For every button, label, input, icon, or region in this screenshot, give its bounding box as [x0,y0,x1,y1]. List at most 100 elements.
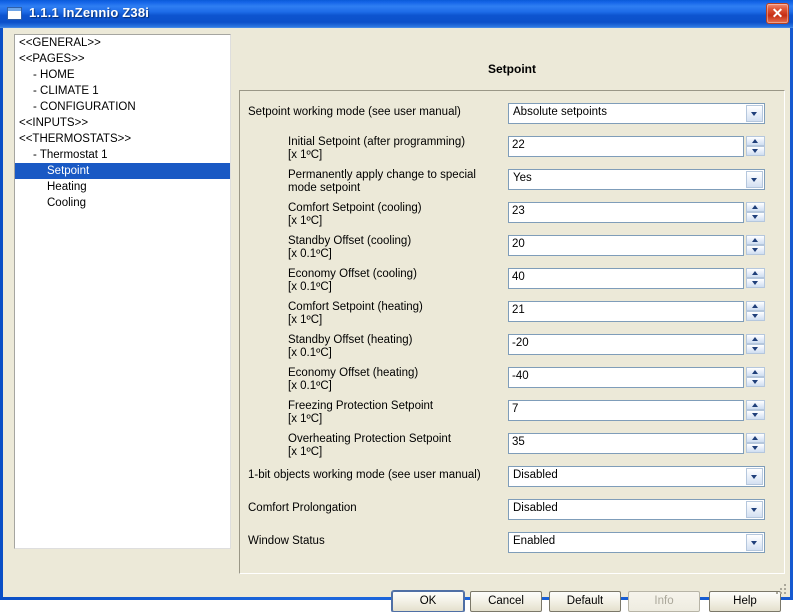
number-input[interactable]: 22 [508,136,744,157]
parameter-label: Standby Offset (cooling) [x 0.1ºC] [288,235,412,260]
grip-dot [784,592,786,594]
stepper-up-icon[interactable] [746,433,765,443]
chevron-down-icon[interactable] [746,534,763,551]
number-stepper[interactable]: 40 [508,268,765,289]
stepper-down-icon[interactable] [746,311,765,321]
close-icon[interactable]: ✕ [766,3,789,24]
parameter-label: Overheating Protection Setpoint [x 1ºC] [288,433,452,458]
button-help[interactable]: Help [709,591,781,612]
stepper-up-icon[interactable] [746,202,765,212]
application-window: 1.1.1 InZennio Z38i ✕ <<GENERAL>> <<PAGES… [0,0,793,612]
tree-item-selected[interactable]: Setpoint [15,163,230,179]
number-stepper[interactable]: 20 [508,235,765,256]
button-cancel[interactable]: Cancel [470,591,542,612]
stepper-down-icon[interactable] [746,212,765,222]
grip-dot [780,588,782,590]
stepper-down-icon[interactable] [746,344,765,354]
tree-item[interactable]: Cooling [15,195,230,211]
parameter-label: Economy Offset (heating) [x 0.1ºC] [288,367,419,392]
number-input[interactable]: 20 [508,235,744,256]
dropdown-select[interactable]: Disabled [508,499,765,520]
number-stepper[interactable]: 35 [508,433,765,454]
stepper-up-icon[interactable] [746,235,765,245]
stepper-up-icon[interactable] [746,136,765,146]
stepper-up-icon[interactable] [746,301,765,311]
stepper-down-icon[interactable] [746,377,765,387]
number-input-value: 7 [512,403,519,415]
parameter-label: Economy Offset (cooling) [x 0.1ºC] [288,268,417,293]
client-area: <<GENERAL>> <<PAGES>> - HOME - CLIMATE 1- C… [3,28,790,612]
parameter-label: Comfort Setpoint (heating) [x 1ºC] [288,301,423,326]
number-input[interactable]: -20 [508,334,744,355]
parameter-row: Economy Offset (cooling) [x 0.1ºC] 40 [240,268,784,298]
parameter-label: Comfort Prolongation [248,502,357,514]
number-input[interactable]: 7 [508,400,744,421]
parameter-label: Standby Offset (heating) [x 0.1ºC] [288,334,413,359]
parameter-row: Window Status Enabled [240,532,784,562]
dropdown-value: Yes [513,172,532,184]
chevron-down-icon[interactable] [746,105,763,122]
stepper-down-icon[interactable] [746,278,765,288]
chevron-down-icon[interactable] [746,171,763,188]
tree-item[interactable]: <<GENERAL>> [15,35,230,51]
dropdown-select[interactable]: Absolute setpoints [508,103,765,124]
navigation-tree[interactable]: <<GENERAL>> <<PAGES>> - HOME - CLIMATE 1- C… [14,34,231,549]
window-title: 1.1.1 InZennio Z38i [29,5,150,20]
number-stepper[interactable]: 7 [508,400,765,421]
resize-grip[interactable] [774,582,786,594]
stepper-down-icon[interactable] [746,410,765,420]
stepper-buttons [746,136,765,157]
stepper-buttons [746,334,765,355]
button-ok[interactable]: OK [392,591,464,612]
stepper-buttons [746,367,765,388]
parameter-row: Permanently apply change to special mode… [240,169,784,199]
stepper-down-icon[interactable] [746,245,765,255]
stepper-down-icon[interactable] [746,146,765,156]
tree-item[interactable]: Heating [15,179,230,195]
number-input[interactable]: 21 [508,301,744,322]
tree-item[interactable]: - CLIMATE 1 [15,83,230,99]
parameter-row: Overheating Protection Setpoint [x 1ºC] 3… [240,433,784,463]
stepper-up-icon[interactable] [746,400,765,410]
number-input[interactable]: 23 [508,202,744,223]
parameter-label: Permanently apply change to special mode… [288,169,476,194]
number-stepper[interactable]: 23 [508,202,765,223]
parameter-row: Economy Offset (heating) [x 0.1ºC] -40 [240,367,784,397]
window-icon [7,7,22,20]
stepper-buttons [746,202,765,223]
number-input[interactable]: -40 [508,367,744,388]
tree-item[interactable]: - CONFIGURATION [15,99,230,115]
close-icon-glyph: ✕ [771,5,784,21]
stepper-buttons [746,301,765,322]
button-default[interactable]: Default [549,591,621,612]
number-stepper[interactable]: -40 [508,367,765,388]
tree-item[interactable]: <<PAGES>> [15,51,230,67]
parameter-label: Comfort Setpoint (cooling) [x 1ºC] [288,202,422,227]
parameter-row: 1-bit objects working mode (see user man… [240,466,784,496]
number-input[interactable]: 35 [508,433,744,454]
dropdown-select[interactable]: Enabled [508,532,765,553]
number-stepper[interactable]: -20 [508,334,765,355]
parameter-row: Standby Offset (heating) [x 0.1ºC] -20 [240,334,784,364]
number-stepper[interactable]: 22 [508,136,765,157]
parameter-label: 1-bit objects working mode (see user man… [248,469,481,481]
dropdown-value: Disabled [513,469,558,481]
chevron-down-icon[interactable] [746,501,763,518]
parameter-row: Comfort Setpoint (heating) [x 1ºC] 21 [240,301,784,331]
tree-item[interactable]: <<INPUTS>> [15,115,230,131]
dropdown-select[interactable]: Disabled [508,466,765,487]
chevron-down-icon[interactable] [746,468,763,485]
number-input[interactable]: 40 [508,268,744,289]
tree-item[interactable]: - HOME [15,67,230,83]
tree-item[interactable]: - Thermostat 1 [15,147,230,163]
stepper-buttons [746,268,765,289]
stepper-buttons [746,235,765,256]
stepper-up-icon[interactable] [746,367,765,377]
stepper-up-icon[interactable] [746,334,765,344]
stepper-up-icon[interactable] [746,268,765,278]
number-stepper[interactable]: 21 [508,301,765,322]
dropdown-select[interactable]: Yes [508,169,765,190]
stepper-down-icon[interactable] [746,443,765,453]
parameter-label: Initial Setpoint (after programming) [x … [288,136,466,161]
tree-item[interactable]: <<THERMOSTATS>> [15,131,230,147]
